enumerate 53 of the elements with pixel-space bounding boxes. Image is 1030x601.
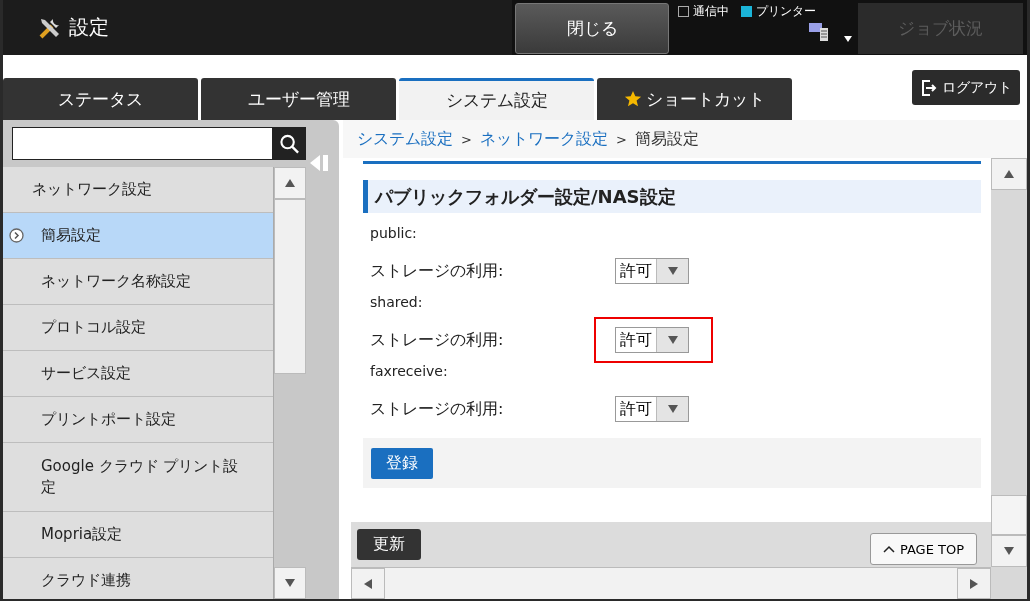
printer-icon[interactable] bbox=[808, 20, 830, 42]
scroll-thumb[interactable] bbox=[991, 495, 1027, 535]
setting-label: ストレージの利用: bbox=[370, 329, 505, 351]
setting-label: ストレージの利用: bbox=[370, 260, 505, 282]
caret-up-icon bbox=[882, 545, 895, 553]
status-indicator: プリンター bbox=[741, 3, 816, 20]
app-title: 設定 bbox=[69, 14, 109, 41]
up-arrow-icon bbox=[284, 178, 296, 188]
scroll-up-button[interactable] bbox=[991, 158, 1027, 190]
tab[interactable]: ショートカット bbox=[597, 78, 792, 120]
current-page-title: 簡易設定 bbox=[634, 128, 699, 150]
star-icon bbox=[624, 90, 642, 108]
search-icon bbox=[279, 132, 300, 155]
refresh-button[interactable]: 更新 bbox=[357, 529, 421, 560]
sidebar-item[interactable]: 簡易設定 bbox=[3, 213, 273, 259]
breadcrumb-separator: > bbox=[461, 131, 472, 147]
scroll-thumb[interactable] bbox=[274, 199, 306, 374]
folder-name: faxreceive: bbox=[369, 363, 449, 381]
register-button[interactable]: 登録 bbox=[371, 447, 433, 479]
left-arrow-icon bbox=[362, 578, 374, 589]
dropdown-arrow-icon bbox=[666, 404, 679, 414]
tab[interactable]: システム設定 bbox=[399, 78, 594, 120]
storage-select[interactable]: 許可 bbox=[615, 327, 689, 353]
page-top-button[interactable]: PAGE TOP bbox=[869, 533, 977, 565]
chevron-circle-icon bbox=[9, 228, 24, 243]
scroll-down-button[interactable] bbox=[991, 535, 1027, 567]
search-button[interactable] bbox=[273, 127, 306, 160]
scroll-up-button[interactable] bbox=[274, 167, 306, 199]
down-arrow-icon bbox=[284, 578, 296, 588]
section-heading: パブリックフォルダー設定/NAS設定 bbox=[363, 180, 981, 213]
scroll-left-button[interactable] bbox=[351, 568, 385, 599]
dropdown-arrow-icon bbox=[666, 335, 679, 345]
storage-select[interactable]: 許可 bbox=[615, 258, 689, 284]
scroll-right-button[interactable] bbox=[957, 568, 991, 599]
breadcrumb-separator: > bbox=[615, 131, 627, 147]
close-button[interactable]: 閉じる bbox=[515, 3, 669, 54]
down-arrow-icon bbox=[1003, 546, 1015, 556]
search-field[interactable] bbox=[12, 127, 273, 160]
breadcrumb-link[interactable]: システム設定 bbox=[357, 128, 453, 150]
tab[interactable]: ユーザー管理 bbox=[201, 78, 396, 120]
dropdown-arrow-icon bbox=[666, 266, 679, 276]
folder-name: shared: bbox=[369, 294, 424, 312]
up-arrow-icon bbox=[1003, 169, 1015, 179]
status-indicator: 通信中 bbox=[678, 3, 729, 20]
logout-button[interactable]: ログアウト bbox=[912, 70, 1020, 105]
scroll-down-button[interactable] bbox=[274, 567, 306, 599]
tab[interactable]: ステータス bbox=[3, 78, 198, 120]
breadcrumb-link[interactable]: ネットワーク設定 bbox=[479, 128, 608, 150]
logout-icon bbox=[920, 78, 938, 97]
right-arrow-icon bbox=[968, 578, 980, 589]
storage-select[interactable]: 許可 bbox=[615, 396, 689, 422]
folder-name: public: bbox=[369, 225, 418, 243]
setting-label: ストレージの利用: bbox=[370, 398, 505, 420]
